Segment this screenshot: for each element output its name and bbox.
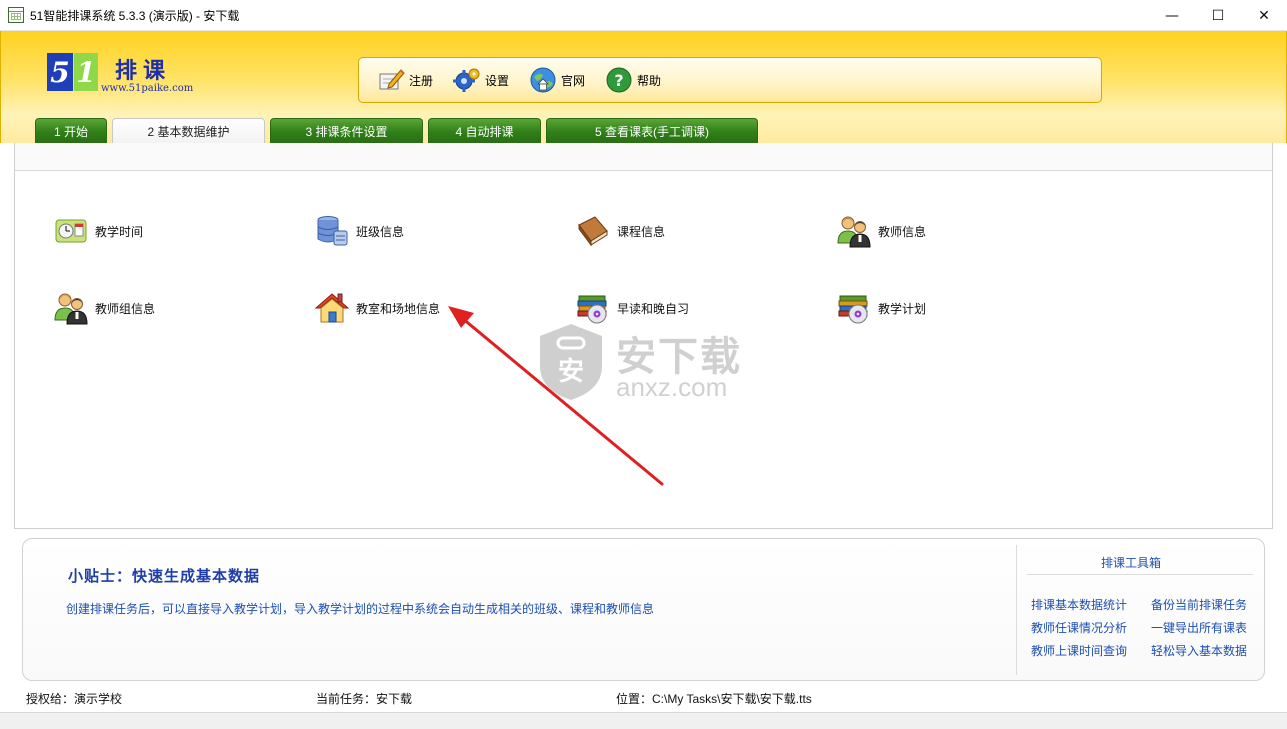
tool-link-export-all[interactable]: 一键导出所有课表 (1151, 619, 1247, 636)
house-icon (314, 290, 350, 326)
books-disc-icon (575, 290, 611, 326)
teacher-group-info-item[interactable]: 教师组信息 (53, 290, 155, 326)
class-info-item[interactable]: 班级信息 (314, 213, 404, 249)
help-question-icon: ? (605, 66, 633, 94)
panel-topbar (15, 143, 1272, 171)
logo-brand: 排课 (115, 58, 172, 84)
status-current-task: 当前任务：安下载 (316, 692, 413, 706)
help-label: 帮助 (637, 73, 662, 88)
top-toolbar: 注册 设置 官网 ? 帮助 (358, 57, 1102, 103)
course-info-item[interactable]: 课程信息 (575, 213, 665, 249)
tool-link-teacher-analysis[interactable]: 教师任课情况分析 (1031, 619, 1127, 636)
teachers-people-icon (836, 213, 872, 249)
window-controls: — ☐ ✕ (1149, 0, 1287, 31)
toolbox-divider (1027, 574, 1253, 575)
teacher-info-label: 教师信息 (878, 224, 927, 239)
register-label: 注册 (409, 73, 434, 88)
window-title: 51智能排课系统 5.3.3 (演示版) - 安下载 (30, 8, 240, 23)
watermark-shield-icon: 安 (540, 324, 602, 400)
teaching-time-item[interactable]: 教学时间 (53, 213, 143, 249)
tips-panel: 小贴士：快速生成基本数据 创建排课任务后，可以直接导入教学计划，导入教学计划的过… (22, 538, 1265, 681)
morning-evening-item[interactable]: 早读和晚自习 (575, 290, 689, 326)
title-bar: 51智能排课系统 5.3.3 (演示版) - 安下载 — ☐ ✕ (0, 0, 1287, 31)
gear-icon (453, 66, 481, 94)
watermark-en: anxz.com (616, 372, 728, 402)
maximize-button[interactable]: ☐ (1195, 0, 1241, 31)
plan-books-disc-icon (836, 290, 872, 326)
teacher-group-info-label: 教师组信息 (95, 301, 156, 316)
website-label: 官网 (561, 73, 586, 88)
logo-url: www.51paike.com (101, 83, 194, 94)
watermark: 安 安下载 anxz.com (536, 322, 756, 404)
help-button[interactable]: ? 帮助 (605, 66, 661, 94)
teacher-group-icon (53, 290, 89, 326)
database-icon (314, 213, 350, 249)
app-logo: 5 1 排课 www.51paike.com (47, 53, 227, 103)
tab-bar: 1 开始 2 基本数据维护 3 排课条件设置 4 自动排课 5 查看课表(手工调… (35, 118, 763, 144)
tips-divider (1016, 545, 1017, 675)
clock-calendar-icon (53, 213, 89, 249)
watermark-shield-char: 安 (558, 357, 584, 387)
classroom-info-item[interactable]: 教室和场地信息 (314, 290, 440, 326)
settings-button[interactable]: 设置 (453, 66, 509, 94)
tool-link-backup-task[interactable]: 备份当前排课任务 (1151, 596, 1247, 613)
tool-link-data-stats[interactable]: 排课基本数据统计 (1031, 596, 1127, 613)
tab-view-schedule[interactable]: 5 查看课表(手工调课) (546, 118, 758, 143)
tab-start[interactable]: 1 开始 (35, 118, 107, 143)
tab-conditions[interactable]: 3 排课条件设置 (270, 118, 423, 143)
svg-text:?: ? (614, 71, 623, 90)
class-info-label: 班级信息 (356, 224, 405, 239)
course-info-label: 课程信息 (617, 224, 666, 239)
teaching-time-label: 教学时间 (95, 224, 144, 239)
close-button[interactable]: ✕ (1241, 0, 1287, 31)
settings-label: 设置 (485, 73, 510, 88)
header-band: 5 1 排课 www.51paike.com 注册 设置 官网 ? 帮助 1 开… (0, 31, 1287, 144)
globe-home-icon (529, 66, 557, 94)
tips-body: 创建排课任务后，可以直接导入教学计划，导入教学计划的过程中系统会自动生成相关的班… (66, 602, 655, 616)
window-bottom-edge (0, 712, 1287, 729)
teaching-plan-item[interactable]: 教学计划 (836, 290, 926, 326)
tab-auto-schedule[interactable]: 4 自动排课 (428, 118, 541, 143)
status-licensed: 授权给：演示学校 (26, 692, 123, 706)
logo-digit-5: 5 (47, 53, 73, 91)
app-calendar-icon (8, 7, 24, 23)
website-button[interactable]: 官网 (529, 66, 585, 94)
book-icon (575, 213, 611, 249)
minimize-button[interactable]: — (1149, 0, 1195, 31)
tool-link-teacher-time-query[interactable]: 教师上课时间查询 (1031, 642, 1127, 659)
tab-basic-data[interactable]: 2 基本数据维护 (112, 118, 265, 144)
register-pencil-icon (377, 66, 405, 94)
classroom-info-label: 教室和场地信息 (356, 301, 441, 316)
morning-evening-label: 早读和晚自习 (617, 301, 690, 316)
toolbox-title: 排课工具箱 (1101, 556, 1162, 570)
tool-link-import-basic[interactable]: 轻松导入基本数据 (1151, 642, 1247, 659)
status-location: 位置：C:\My Tasks\安下载\安下载.tts (616, 692, 812, 706)
teacher-info-item[interactable]: 教师信息 (836, 213, 926, 249)
status-bar: 授权给：演示学校 当前任务：安下载 位置：C:\My Tasks\安下载\安下载… (0, 686, 1287, 708)
register-button[interactable]: 注册 (377, 66, 433, 94)
tips-title: 小贴士：快速生成基本数据 (68, 567, 261, 585)
teaching-plan-label: 教学计划 (878, 301, 927, 316)
logo-digit-1: 1 (74, 53, 98, 91)
